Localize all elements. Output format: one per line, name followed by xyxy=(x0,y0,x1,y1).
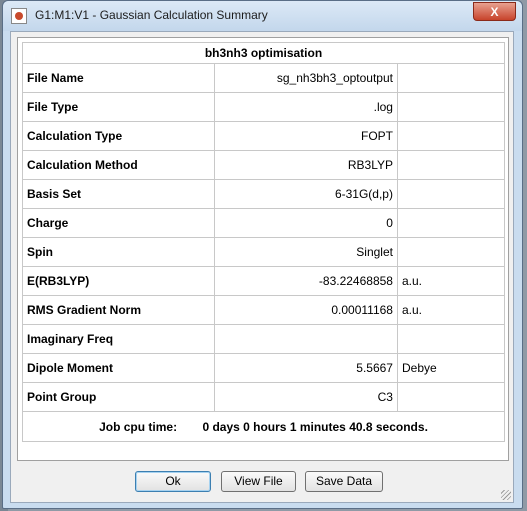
row-value: 6-31G(d,p) xyxy=(213,179,398,209)
gaussview-app-icon xyxy=(11,8,27,24)
summary-heading: bh3nh3 optimisation xyxy=(22,42,505,64)
job-time-seconds: 40.8 seconds. xyxy=(349,419,428,434)
summary-panel: bh3nh3 optimisation File Name sg_nh3bh3_o… xyxy=(17,37,509,461)
row-label: File Name xyxy=(22,63,215,93)
job-time-cell: Job cpu time: 0 days 0 hours 1 minutes 4… xyxy=(22,411,505,442)
row-unit: a.u. xyxy=(396,295,506,325)
title-bar[interactable]: G1:M1:V1 - Gaussian Calculation Summary … xyxy=(3,1,522,31)
row-value: FOPT xyxy=(213,121,398,151)
save-data-button[interactable]: Save Data xyxy=(305,471,383,492)
row-label: Spin xyxy=(22,237,215,267)
summary-row: Calculation Type FOPT xyxy=(22,121,506,151)
summary-row: Basis Set 6-31G(d,p) xyxy=(22,179,506,209)
table-header-row: bh3nh3 optimisation xyxy=(22,42,505,64)
summary-row: File Name sg_nh3bh3_optoutput xyxy=(22,63,506,93)
window-title: G1:M1:V1 - Gaussian Calculation Summary xyxy=(35,8,268,22)
row-unit xyxy=(396,179,506,209)
row-label: Charge xyxy=(22,208,215,238)
row-unit xyxy=(396,382,506,412)
summary-table: bh3nh3 optimisation File Name sg_nh3bh3_o… xyxy=(22,42,506,442)
row-label: Point Group xyxy=(22,382,215,412)
row-value: Singlet xyxy=(213,237,398,267)
row-value: .log xyxy=(213,92,398,122)
row-unit xyxy=(396,150,506,180)
row-value: -83.22468858 xyxy=(213,266,398,296)
job-time-label: Job cpu time: xyxy=(99,419,178,434)
row-label: E(RB3LYP) xyxy=(22,266,215,296)
row-label: File Type xyxy=(22,92,215,122)
job-time-days: 0 days xyxy=(202,419,240,434)
summary-row: File Type .log xyxy=(22,92,506,122)
row-unit: a.u. xyxy=(396,266,506,296)
row-unit xyxy=(396,92,506,122)
resize-grip[interactable] xyxy=(501,490,511,500)
row-value: 0 xyxy=(213,208,398,238)
row-unit xyxy=(396,121,506,151)
view-file-button[interactable]: View File xyxy=(221,471,296,492)
row-unit xyxy=(396,208,506,238)
row-label: Calculation Type xyxy=(22,121,215,151)
summary-dialog: G1:M1:V1 - Gaussian Calculation Summary … xyxy=(2,0,523,509)
summary-row: E(RB3LYP) -83.22468858 a.u. xyxy=(22,266,506,296)
row-label: Imaginary Freq xyxy=(22,324,215,354)
job-time-row: Job cpu time: 0 days 0 hours 1 minutes 4… xyxy=(22,411,505,442)
row-value: sg_nh3bh3_optoutput xyxy=(213,63,398,93)
close-button[interactable]: X xyxy=(473,2,516,21)
row-value: 5.5667 xyxy=(213,353,398,383)
row-value: C3 xyxy=(213,382,398,412)
summary-row: RMS Gradient Norm 0.00011168 a.u. xyxy=(22,295,506,325)
row-label: RMS Gradient Norm xyxy=(22,295,215,325)
row-label: Dipole Moment xyxy=(22,353,215,383)
row-unit xyxy=(396,63,506,93)
row-label: Calculation Method xyxy=(22,150,215,180)
row-unit xyxy=(396,237,506,267)
summary-row: Spin Singlet xyxy=(22,237,506,267)
ok-button[interactable]: Ok xyxy=(135,471,211,492)
row-value: 0.00011168 xyxy=(213,295,398,325)
summary-row: Point Group C3 xyxy=(22,382,506,412)
row-value xyxy=(213,324,398,354)
row-unit: Debye xyxy=(396,353,506,383)
summary-row: Dipole Moment 5.5667 Debye xyxy=(22,353,506,383)
summary-row: Charge 0 xyxy=(22,208,506,238)
row-unit xyxy=(396,324,506,354)
summary-row: Imaginary Freq xyxy=(22,324,506,354)
job-time-hours: 0 hours xyxy=(243,419,287,434)
summary-row: Calculation Method RB3LYP xyxy=(22,150,506,180)
row-value: RB3LYP xyxy=(213,150,398,180)
dialog-body: bh3nh3 optimisation File Name sg_nh3bh3_o… xyxy=(10,31,514,503)
job-time-minutes: 1 minutes xyxy=(289,419,346,434)
row-label: Basis Set xyxy=(22,179,215,209)
